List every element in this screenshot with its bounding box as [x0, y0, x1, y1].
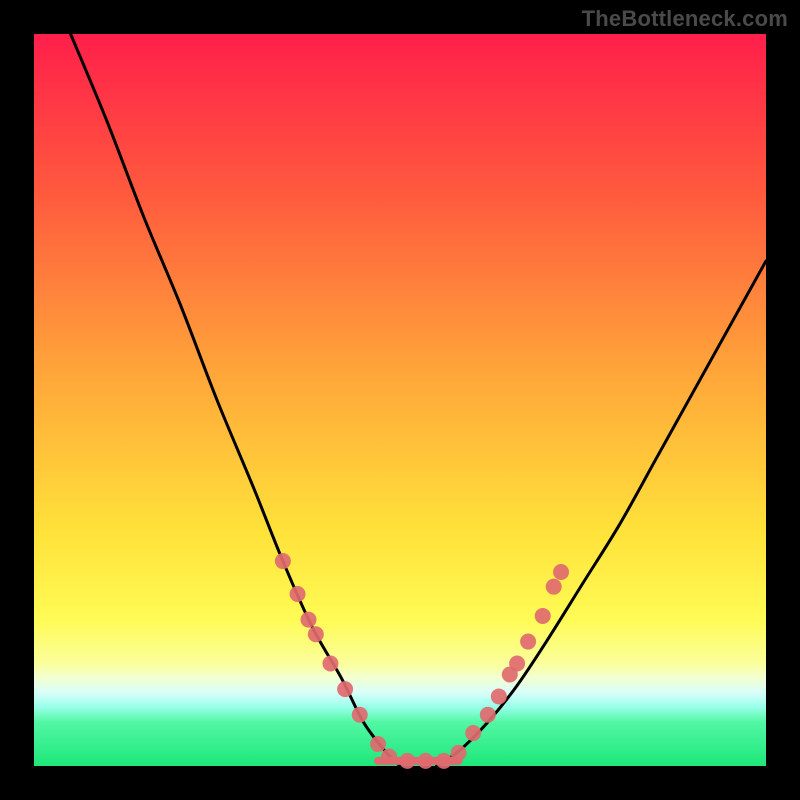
marker-point	[399, 753, 415, 769]
marker-point	[275, 553, 291, 569]
marker-point	[290, 586, 306, 602]
marker-point	[480, 707, 496, 723]
watermark-text: TheBottleneck.com	[582, 6, 788, 32]
marker-point	[418, 753, 434, 769]
marker-point	[381, 748, 397, 764]
outer-frame: TheBottleneck.com	[0, 0, 800, 800]
series-right-curve	[437, 261, 766, 766]
marker-point	[308, 626, 324, 642]
chart-svg	[34, 34, 766, 766]
marker-point	[553, 564, 569, 580]
marker-point	[436, 753, 452, 769]
marker-point	[465, 725, 481, 741]
marker-point	[322, 656, 338, 672]
marker-point	[509, 656, 525, 672]
marker-point	[491, 688, 507, 704]
marker-point	[451, 745, 467, 761]
marker-point	[370, 736, 386, 752]
marker-point	[301, 612, 317, 628]
series-left-curve	[71, 34, 400, 766]
marker-point	[337, 681, 353, 697]
marker-point	[535, 608, 551, 624]
marker-point	[546, 579, 562, 595]
marker-point	[520, 634, 536, 650]
plot-area	[34, 34, 766, 766]
marker-point	[352, 707, 368, 723]
